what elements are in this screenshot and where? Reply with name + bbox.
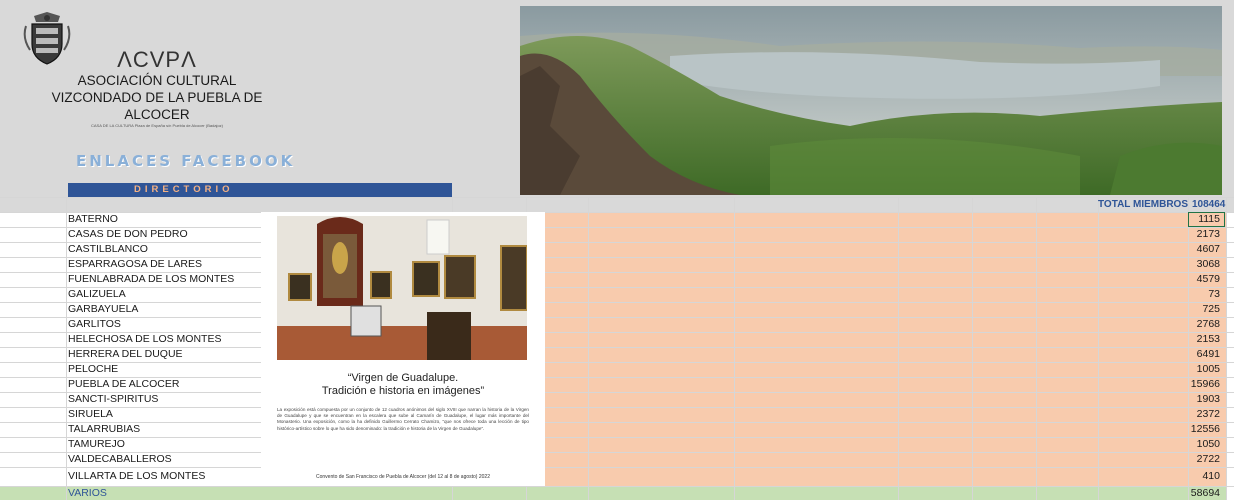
table-row-town[interactable]: PUEBLA DE ALCOCER <box>68 377 179 392</box>
table-row-members[interactable]: 1005 <box>1160 362 1220 377</box>
directory-bar: DIRECTORIO <box>68 183 452 197</box>
exhibition-poster: “Virgen de Guadalupe. Tradición e histor… <box>261 212 545 486</box>
table-row-members[interactable]: 1050 <box>1160 437 1220 452</box>
organization-block: ΛCVPΛ ASOCIACIÓN CULTURAL VIZCONDADO DE … <box>22 48 292 129</box>
table-row-members[interactable]: 15966 <box>1160 377 1220 392</box>
table-row-town[interactable]: CASAS DE DON PEDRO <box>68 227 188 242</box>
table-row-town[interactable]: BATERNO <box>68 212 118 227</box>
table-row-members[interactable]: 4607 <box>1160 242 1220 257</box>
table-row-town[interactable]: HELECHOSA DE LOS MONTES <box>68 332 221 347</box>
varios-label[interactable]: VARIOS <box>68 486 107 500</box>
table-row-members[interactable]: 725 <box>1160 302 1220 317</box>
table-row-members[interactable]: 3068 <box>1160 257 1220 272</box>
org-address: CASA DE LA CULTURA Plaza de España s/n P… <box>91 123 223 128</box>
table-row-members[interactable]: 73 <box>1160 287 1220 302</box>
table-row-town[interactable]: SANCTI-SPIRITUS <box>68 392 158 407</box>
poster-title-line2: Tradición e historia en imágenes” <box>321 385 485 397</box>
total-row <box>0 197 1234 212</box>
table-row-members[interactable]: 410 <box>1160 469 1220 484</box>
table-row-town[interactable]: TALARRUBIAS <box>68 422 140 437</box>
landscape-image <box>520 6 1222 195</box>
table-row-town[interactable]: VILLARTA DE LOS MONTES <box>68 469 205 484</box>
table-row-town[interactable]: PELOCHE <box>68 362 118 377</box>
table-row-town[interactable]: HERRERA DEL DUQUE <box>68 347 183 362</box>
table-row-town[interactable]: VALDECABALLEROS <box>68 452 172 467</box>
table-row-members[interactable]: 2372 <box>1160 407 1220 422</box>
table-row-members[interactable]: 2153 <box>1160 332 1220 347</box>
org-name-line2: VIZCONDADO DE LA PUEBLA DE ALCOCER <box>51 90 263 122</box>
table-row-town[interactable]: ESPARRAGOSA DE LARES <box>68 257 202 272</box>
total-members-label[interactable]: TOTAL MIEMBROS <box>1098 198 1188 211</box>
table-row-town[interactable]: TAMUREJO <box>68 437 125 452</box>
table-row-town[interactable]: GALIZUELA <box>68 287 126 302</box>
spreadsheet: ΛCVPΛ ASOCIACIÓN CULTURAL VIZCONDADO DE … <box>0 0 1234 500</box>
table-row-members[interactable]: 12556 <box>1160 422 1220 437</box>
table-row-town[interactable]: GARBAYUELA <box>68 302 138 317</box>
directory-label: DIRECTORIO <box>134 184 234 195</box>
table-row-members[interactable]: 6491 <box>1160 347 1220 362</box>
table-row-town[interactable]: FUENLABRADA DE LOS MONTES <box>68 272 234 287</box>
table-row-town[interactable]: GARLITOS <box>68 317 121 332</box>
table-row-members[interactable]: 2173 <box>1160 227 1220 242</box>
table-row-members[interactable]: 2768 <box>1160 317 1220 332</box>
poster-footer: Convento de San Francisco de Puebla de A… <box>315 474 490 480</box>
varios-members[interactable]: 58694 <box>1160 486 1220 500</box>
members-highlight-range <box>545 212 1226 486</box>
poster-description: La exposición está compuesta por un conj… <box>277 407 529 431</box>
table-row-members[interactable]: 4579 <box>1160 272 1220 287</box>
table-row-town[interactable]: SIRUELA <box>68 407 113 422</box>
table-row-members[interactable]: 2722 <box>1160 452 1220 467</box>
selected-cell-indicator <box>1188 212 1225 227</box>
poster-title-line1: “Virgen de Guadalupe. <box>347 372 459 384</box>
org-acronym: ΛCVPΛ <box>117 47 197 72</box>
org-name-line1: ASOCIACIÓN CULTURAL <box>77 73 237 88</box>
chapel-photo <box>277 216 527 360</box>
total-members-value[interactable]: 108464 <box>1192 198 1225 211</box>
facebook-links-title: ENLACES FACEBOOK <box>76 152 296 170</box>
poster-title: “Virgen de Guadalupe. Tradición e histor… <box>261 372 545 398</box>
varios-row[interactable] <box>0 486 1226 500</box>
table-row-town[interactable]: CASTILBLANCO <box>68 242 148 257</box>
table-row-members[interactable]: 1903 <box>1160 392 1220 407</box>
